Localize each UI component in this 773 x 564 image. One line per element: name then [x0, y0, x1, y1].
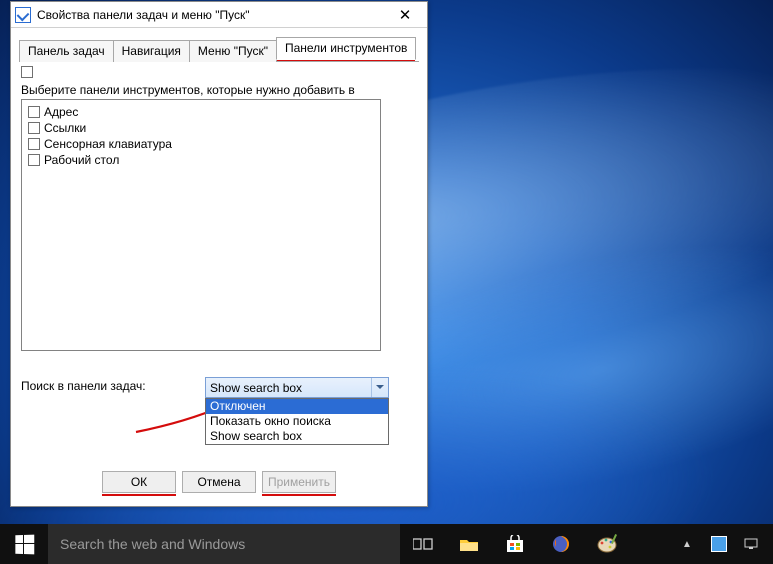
paint-icon [596, 534, 618, 554]
taskbar-search[interactable]: Search the web and Windows [48, 524, 400, 564]
task-view-button[interactable] [400, 524, 446, 564]
tab-taskbar[interactable]: Панель задач [19, 40, 114, 62]
toolbars-description: Выберите панели инструментов, которые ну… [21, 83, 417, 97]
search-dropdown: Отключен Показать окно поиска Show searc… [205, 398, 389, 445]
top-checkbox[interactable] [21, 66, 33, 78]
tray-network-icon[interactable] [739, 532, 763, 556]
dropdown-option[interactable]: Отключен [206, 399, 388, 414]
checkbox-icon[interactable] [28, 122, 40, 134]
tab-start-menu[interactable]: Меню "Пуск" [189, 40, 277, 62]
list-item-label: Сенсорная клавиатура [44, 137, 172, 151]
search-label: Поиск в панели задач: [21, 377, 205, 398]
paint-button[interactable] [584, 524, 630, 564]
dialog-title: Свойства панели задач и меню "Пуск" [37, 8, 250, 22]
search-combobox[interactable]: Show search box [205, 377, 389, 398]
tab-navigation[interactable]: Навигация [113, 40, 190, 62]
app-icon [15, 7, 31, 23]
file-explorer-button[interactable] [446, 524, 492, 564]
tray-chevron-up-icon[interactable]: ▲ [675, 532, 699, 556]
store-button[interactable] [492, 524, 538, 564]
ok-button[interactable]: ОК [102, 471, 176, 493]
combobox-value: Show search box [210, 381, 302, 395]
toolbars-listbox[interactable]: Адрес Ссылки Сенсорная клавиатура Рабочи… [21, 99, 381, 351]
list-item-label: Ссылки [44, 121, 86, 135]
tab-toolbars[interactable]: Панели инструментов [276, 37, 416, 60]
list-item[interactable]: Адрес [28, 104, 374, 120]
dialog-button-row: ОК Отмена Применить [11, 471, 427, 496]
windows-logo-icon [15, 535, 33, 554]
titlebar[interactable]: Свойства панели задач и меню "Пуск" ✕ [11, 2, 427, 28]
dropdown-option[interactable]: Show search box [206, 429, 388, 444]
list-item[interactable]: Ссылки [28, 120, 374, 136]
properties-dialog: Свойства панели задач и меню "Пуск" ✕ Па… [10, 1, 428, 507]
checkbox-icon[interactable] [28, 154, 40, 166]
tray-app-icon[interactable] [707, 532, 731, 556]
tab-page-toolbars: Выберите панели инструментов, которые ну… [11, 62, 427, 408]
taskbar: Search the web and Windows [0, 524, 773, 564]
folder-icon [459, 536, 479, 552]
checkbox-icon[interactable] [28, 138, 40, 150]
annotation-underline [102, 494, 176, 496]
list-item-label: Адрес [44, 105, 78, 119]
system-tray: ▲ [671, 524, 773, 564]
checkbox-icon[interactable] [28, 106, 40, 118]
firefox-button[interactable] [538, 524, 584, 564]
apply-button[interactable]: Применить [262, 471, 336, 493]
firefox-icon [551, 534, 571, 554]
store-icon [506, 535, 524, 553]
desktop-background: Свойства панели задач и меню "Пуск" ✕ Па… [0, 0, 773, 564]
list-item-label: Рабочий стол [44, 153, 119, 167]
cancel-button[interactable]: Отмена [182, 471, 256, 493]
dropdown-option[interactable]: Показать окно поиска [206, 414, 388, 429]
task-view-icon [413, 536, 433, 552]
chevron-down-icon[interactable] [371, 378, 388, 397]
close-button[interactable]: ✕ [383, 2, 427, 27]
tab-strip: Панель задач Навигация Меню "Пуск" Панел… [19, 36, 419, 62]
start-button[interactable] [0, 524, 48, 564]
list-item[interactable]: Сенсорная клавиатура [28, 136, 374, 152]
annotation-underline [262, 494, 336, 496]
list-item[interactable]: Рабочий стол [28, 152, 374, 168]
